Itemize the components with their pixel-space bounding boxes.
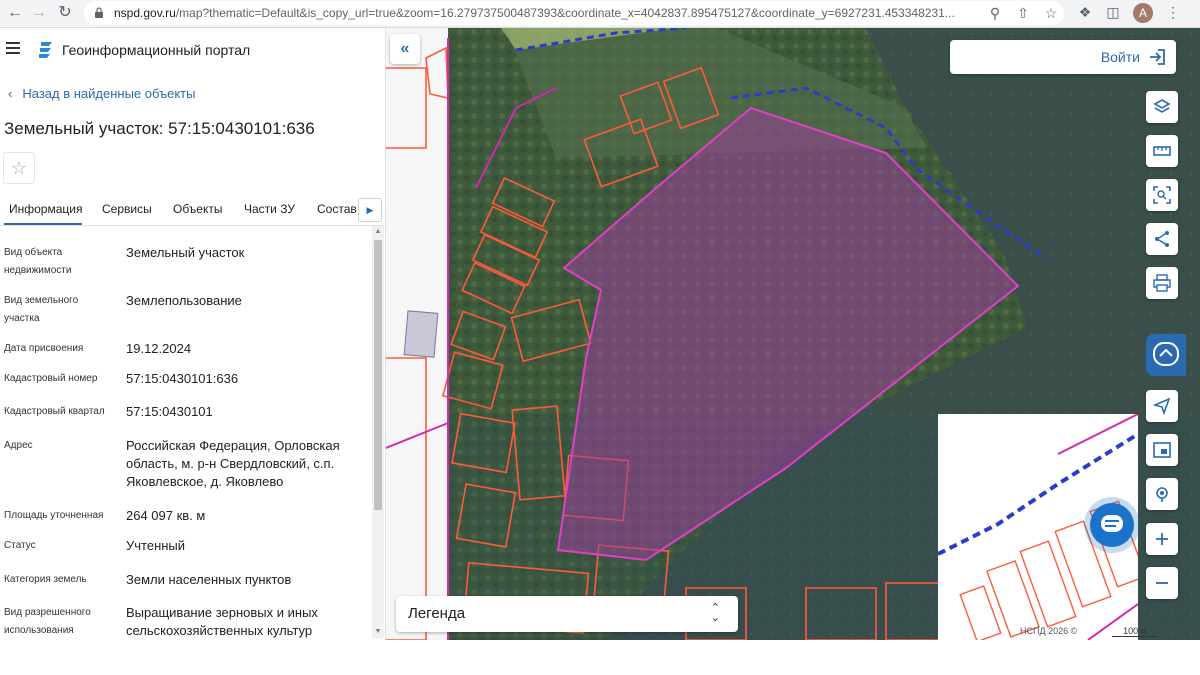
url-text: nspd.gov.ru/map?thematic=Default&is_copy… [114, 6, 955, 20]
tab-composition[interactable]: Состав [317, 202, 357, 216]
scroll-down-icon[interactable]: ▼ [372, 626, 384, 638]
geolocation-button[interactable] [1146, 478, 1178, 510]
geolocation-pin-icon [1156, 487, 1168, 502]
address-bar[interactable]: nspd.gov.ru/map?thematic=Default&is_copy… [84, 1, 1064, 25]
info-list: Вид объекта недвижимости Земельный участ… [0, 226, 370, 640]
layers-button[interactable] [1146, 91, 1178, 123]
scroll-up-icon[interactable]: ▲ [372, 226, 384, 238]
info-label: Кадастровый номер [4, 373, 98, 384]
ruler-button[interactable] [1146, 135, 1178, 167]
scroll-thumb[interactable] [374, 240, 382, 510]
more-menu-icon[interactable]: ⋮ [1164, 3, 1182, 21]
assistant-button[interactable] [1146, 334, 1186, 376]
tab-services[interactable]: Сервисы [102, 202, 152, 216]
plus-icon [1156, 533, 1168, 545]
building-footprint [403, 310, 439, 358]
info-label: Статус [4, 540, 36, 551]
legend-dropdown[interactable]: Легенда ⌃ ⌄ [396, 596, 738, 632]
layers-icon [1153, 99, 1171, 113]
share-button[interactable] [1146, 223, 1178, 255]
minus-icon [1156, 582, 1168, 584]
print-button[interactable] [1146, 267, 1178, 299]
info-value: 264 097 кв. м [126, 508, 206, 523]
avatar[interactable]: A [1133, 3, 1153, 23]
sidepanel-icon[interactable]: ◫ [1104, 3, 1122, 21]
info-label: Площадь уточненная [4, 510, 104, 521]
map-attribution: НСПД 2026 © [1020, 626, 1078, 636]
minimap-icon [1153, 442, 1171, 458]
portal-title: Геоинформационный портал [62, 42, 251, 58]
area-select-icon [1153, 186, 1171, 204]
tab-objects[interactable]: Объекты [173, 202, 223, 216]
page-bottom-margin [0, 640, 1200, 675]
tab-information[interactable]: Информация [9, 202, 82, 216]
hamburger-menu-icon[interactable] [6, 42, 20, 54]
share-nodes-icon [1155, 231, 1169, 247]
locate-button[interactable] [1146, 390, 1178, 422]
login-label: Войти [1100, 49, 1140, 65]
active-tab-indicator [4, 223, 82, 225]
tab-parts[interactable]: Части ЗУ [244, 202, 295, 216]
info-value: 57:15:0430101 [126, 404, 213, 419]
favorite-star-icon[interactable]: ☆ [3, 152, 35, 184]
info-label: Вид земельного участка [4, 295, 79, 324]
tabs-scroll-right-icon[interactable]: ▶ [358, 198, 382, 222]
chevron-left-icon: ‹ [8, 86, 13, 101]
info-scrollbar[interactable]: ▲ ▼ [372, 226, 384, 638]
sidebar: Геоинформационный портал ‹ Назад в найден… [0, 28, 386, 640]
info-label: Вид объекта недвижимости [4, 247, 72, 276]
bookmark-star-icon[interactable]: ☆ [1042, 4, 1060, 22]
search-icon[interactable]: ⚲ [986, 4, 1004, 22]
back-to-results-link[interactable]: ‹ Назад в найденные объекты [8, 86, 195, 101]
printer-icon [1153, 274, 1171, 292]
ruler-icon [1153, 146, 1171, 156]
browser-toolbar: ← → ↻ nspd.gov.ru/map?thematic=Default&i… [0, 0, 1200, 28]
info-label: Вид разрешенного использования [4, 607, 91, 636]
info-value: Учтенный [126, 538, 186, 553]
zoom-out-button[interactable] [1146, 567, 1178, 599]
info-label: Категория земель [4, 574, 87, 585]
forward-arrow-icon[interactable]: → [28, 2, 50, 24]
extensions-puzzle-icon[interactable]: ❖ [1076, 3, 1094, 21]
info-value: 19.12.2024 [126, 341, 192, 356]
chevron-updown-icon: ⌃ ⌄ [710, 602, 720, 624]
info-value: Выращивание зерновых и иных сельскохозяй… [126, 605, 318, 638]
minimap-toggle-button[interactable] [1146, 434, 1178, 466]
share-icon[interactable]: ⇧ [1014, 4, 1032, 22]
area-select-button[interactable] [1146, 179, 1178, 211]
chat-bubble-icon [1101, 515, 1123, 532]
info-value: Земли населенных пунктов [126, 572, 292, 587]
info-label: Кадастровый квартал [4, 406, 105, 417]
lock-icon [95, 7, 103, 18]
portal-logo-icon [39, 42, 52, 58]
info-label: Дата присвоения [4, 343, 84, 354]
info-label: Адрес [4, 440, 33, 451]
navigation-arrow-icon [1153, 397, 1171, 415]
map-scale-bar: 100 м [1112, 626, 1158, 637]
info-value: Землепользование [126, 293, 242, 308]
info-value: 57:15:0430101:636 [126, 371, 239, 386]
legend-label: Легенда [408, 605, 466, 622]
login-icon [1150, 49, 1165, 65]
page-title: Земельный участок: 57:15:0430101:636 [4, 119, 315, 138]
back-arrow-icon[interactable]: ← [4, 2, 26, 24]
info-value: Земельный участок [126, 245, 245, 260]
login-button[interactable]: Войти [950, 40, 1176, 74]
collapse-sidebar-button[interactable]: « [390, 34, 420, 64]
reload-icon[interactable]: ↻ [54, 2, 76, 24]
assistant-chat-icon [1153, 342, 1179, 366]
zoom-in-button[interactable] [1146, 523, 1178, 555]
support-chat-button[interactable] [1090, 503, 1134, 547]
address-value: Российская Федерация, Орловская область,… [126, 438, 340, 489]
tab-bar: Информация Сервисы Объекты Части ЗУ Сост… [0, 193, 386, 226]
